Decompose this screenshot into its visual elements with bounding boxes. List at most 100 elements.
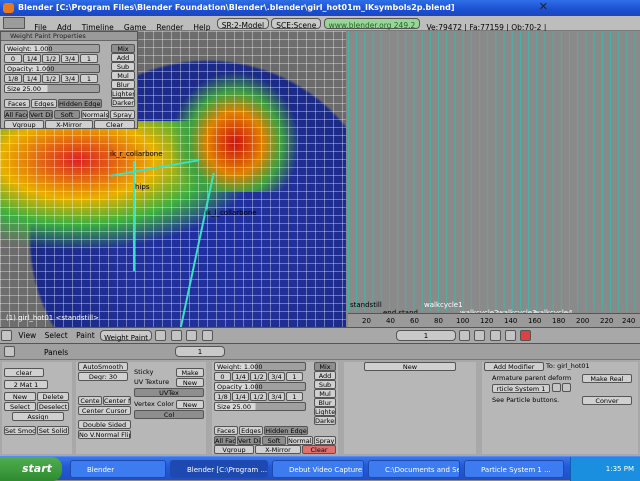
opacity2-preset-3[interactable]: 3/4 bbox=[268, 392, 285, 401]
scene-selector[interactable]: SCE:Scene bbox=[271, 18, 322, 30]
buttons-frame-field[interactable]: 1 bbox=[175, 346, 225, 357]
toggle-faces[interactable]: Faces bbox=[4, 99, 30, 108]
mode-selector[interactable]: Weight Paint bbox=[100, 330, 153, 342]
degr-field[interactable]: Degr: 30 bbox=[78, 372, 128, 381]
center-cursor-button[interactable]: Center Cursor bbox=[78, 406, 131, 415]
mode-mul[interactable]: Mul bbox=[111, 71, 135, 80]
toggle-edges[interactable]: Edges bbox=[31, 99, 57, 108]
option-normals[interactable]: Normals bbox=[81, 110, 109, 119]
mat-new[interactable]: New bbox=[4, 392, 36, 401]
layer-icon[interactable] bbox=[201, 330, 213, 341]
task-blender[interactable]: Blender bbox=[70, 460, 166, 478]
option2-vert-dis[interactable]: Vert Dis bbox=[237, 436, 261, 445]
menu-select[interactable]: Select bbox=[42, 328, 71, 343]
weight-preset-3[interactable]: 3/4 bbox=[61, 54, 79, 63]
opacity-preset-3[interactable]: 3/4 bbox=[61, 74, 79, 83]
mode2-lighter[interactable]: Lighter bbox=[314, 407, 336, 416]
faces2-toggle[interactable]: Faces bbox=[214, 426, 238, 435]
opacity2-preset-1[interactable]: 1/4 bbox=[232, 392, 249, 401]
option-soft[interactable]: Soft bbox=[54, 110, 80, 119]
mode-add[interactable]: Add bbox=[111, 53, 135, 62]
opacity-slider-2[interactable]: Opacity 1.000 bbox=[214, 382, 306, 391]
menu-view[interactable]: View bbox=[15, 328, 39, 343]
menu-paint[interactable]: Paint bbox=[73, 328, 98, 343]
opacity-preset-0[interactable]: 1/8 bbox=[4, 74, 22, 83]
mode2-add[interactable]: Add bbox=[314, 371, 336, 380]
option-vert-dist[interactable]: Vert Dist bbox=[29, 110, 53, 119]
panels-label[interactable]: Panels bbox=[44, 348, 68, 357]
hidden-edge2-toggle[interactable]: Hidden Edge bbox=[264, 426, 308, 435]
size-slider-2[interactable]: Size 25.00 bbox=[214, 402, 306, 411]
play-reverse-icon[interactable] bbox=[474, 330, 486, 341]
opacity2-preset-4[interactable]: 1 bbox=[286, 392, 303, 401]
set-solid[interactable]: Set Solid bbox=[37, 426, 69, 435]
marker-walkcycle1[interactable]: walkcycle1 bbox=[424, 301, 463, 309]
option-spray[interactable]: Spray bbox=[110, 110, 135, 119]
opacity-preset-4[interactable]: 1 bbox=[80, 74, 98, 83]
mode-mix[interactable]: Mix bbox=[111, 44, 135, 53]
buttons-type-icon[interactable] bbox=[4, 346, 15, 357]
mat-select[interactable]: Select bbox=[4, 402, 36, 411]
record-icon[interactable] bbox=[520, 330, 532, 341]
mat-assign[interactable]: Assign bbox=[12, 412, 64, 421]
task-debut[interactable]: Debut Video Capture ... bbox=[272, 460, 364, 478]
opacity-preset-1[interactable]: 1/4 bbox=[23, 74, 41, 83]
bone-spine[interactable] bbox=[133, 161, 135, 271]
auto-smooth-toggle[interactable]: AutoSmooth bbox=[78, 362, 128, 371]
clear2-button[interactable]: Clear bbox=[302, 445, 336, 454]
edges2-toggle[interactable]: Edges bbox=[239, 426, 263, 435]
option2-spray[interactable]: Spray bbox=[314, 436, 336, 445]
weight2-preset-2[interactable]: 1/2 bbox=[250, 372, 267, 381]
opacity2-preset-0[interactable]: 1/8 bbox=[214, 392, 231, 401]
toggle-hidden-edges[interactable]: Hidden Edges bbox=[58, 99, 102, 108]
size-slider[interactable]: Size 25.00 bbox=[4, 84, 100, 93]
uv-new-button[interactable]: New bbox=[176, 378, 204, 387]
weight2-preset-4[interactable]: 1 bbox=[286, 372, 303, 381]
modifier-render-icon[interactable] bbox=[562, 383, 571, 392]
current-frame-field[interactable]: 1 bbox=[396, 330, 456, 341]
option2-normals[interactable]: Normals bbox=[287, 436, 313, 445]
center-new-button[interactable]: Center Ne bbox=[103, 396, 131, 405]
jump-start-icon[interactable] bbox=[459, 330, 471, 341]
timeline-window[interactable]: standstill end stand walkcycle1 walkcycl… bbox=[348, 31, 640, 327]
start-button[interactable]: start bbox=[0, 457, 62, 481]
sticky-make-button[interactable]: Make bbox=[176, 368, 204, 377]
task-blender-file[interactable]: Blender [C:\Program ... bbox=[170, 460, 268, 478]
weight-preset-0[interactable]: 0 bbox=[4, 54, 22, 63]
marker-standstill[interactable]: standstill bbox=[350, 301, 382, 309]
weight-preset-2[interactable]: 1/2 bbox=[42, 54, 60, 63]
pivot-icon[interactable] bbox=[170, 330, 182, 341]
add-modifier-button[interactable]: Add Modifier bbox=[484, 362, 544, 371]
mode-darker[interactable]: Darker bbox=[111, 98, 135, 107]
task-documents[interactable]: C:\Documents and Se... bbox=[368, 460, 460, 478]
option-all-faces[interactable]: All Faces bbox=[4, 110, 28, 119]
weight2-preset-0[interactable]: 0 bbox=[214, 372, 231, 381]
set-smooth[interactable]: Set Smoo bbox=[4, 426, 36, 435]
mode2-darker[interactable]: Darker bbox=[314, 416, 336, 425]
mode-blur[interactable]: Blur bbox=[111, 80, 135, 89]
modifier-visibility-icon[interactable] bbox=[552, 383, 561, 392]
option2-all-faces[interactable]: All Faces bbox=[214, 436, 236, 445]
center-button[interactable]: Cente bbox=[78, 396, 102, 405]
weight2-preset-3[interactable]: 3/4 bbox=[268, 372, 285, 381]
close-icon[interactable]: ✕ bbox=[539, 0, 548, 15]
mat-selector[interactable]: 2 Mat 1 bbox=[4, 380, 48, 389]
opacity2-preset-2[interactable]: 1/2 bbox=[250, 392, 267, 401]
mat-deselect[interactable]: Deselect bbox=[37, 402, 69, 411]
particle-system-name[interactable]: rticle System 1 bbox=[492, 384, 550, 393]
mode2-mix[interactable]: Mix bbox=[314, 362, 336, 371]
mode2-blur[interactable]: Blur bbox=[314, 398, 336, 407]
view3d-type-icon[interactable] bbox=[1, 330, 12, 341]
weight2-preset-1[interactable]: 1/4 bbox=[232, 372, 249, 381]
blender-url[interactable]: www.blender.org 249.2 bbox=[323, 18, 421, 30]
double-sided-toggle[interactable]: Double Sided bbox=[78, 420, 131, 429]
draw-type-icon[interactable] bbox=[155, 330, 167, 341]
opacity-preset-2[interactable]: 1/2 bbox=[42, 74, 60, 83]
mat-delete[interactable]: Delete bbox=[37, 392, 69, 401]
convert-button[interactable]: Conver bbox=[582, 396, 632, 405]
clear-button[interactable]: Clear bbox=[94, 120, 135, 129]
clear-vertex-group[interactable]: clear bbox=[4, 368, 44, 377]
mode2-mul[interactable]: Mul bbox=[314, 389, 336, 398]
no-vnormal-flip-toggle[interactable]: No V.Normal Flip bbox=[78, 430, 131, 439]
weight-slider[interactable]: Weight: 1.000 bbox=[4, 44, 100, 53]
